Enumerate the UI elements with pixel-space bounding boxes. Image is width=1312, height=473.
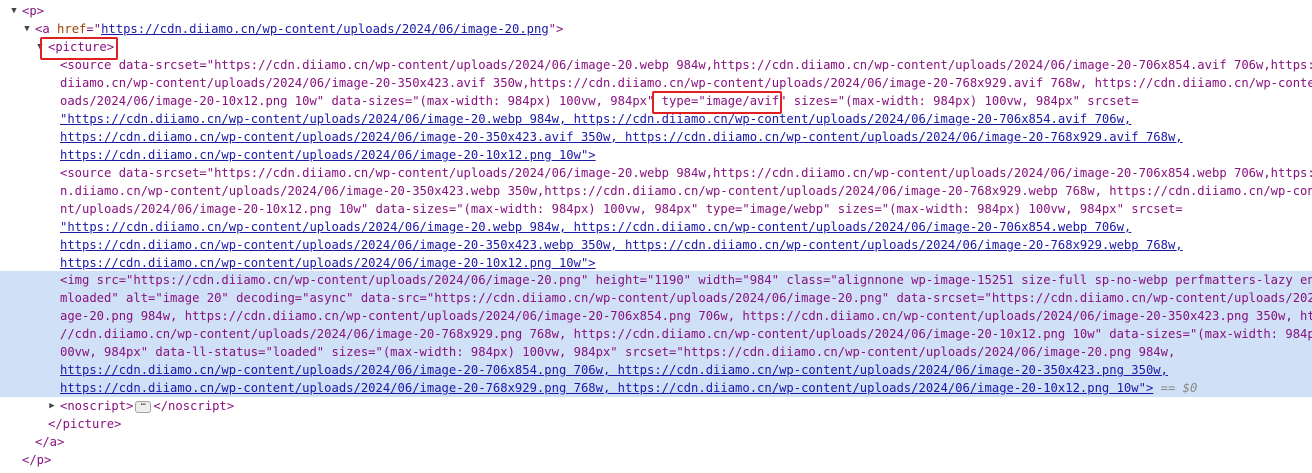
code-text: https://cdn.diiamo.cn/wp-content/uploads… <box>60 238 1183 252</box>
code-text: 00vw, 984px" data-ll-status="loaded" siz… <box>60 345 1176 359</box>
tag-picture-open: <picture> <box>48 40 115 54</box>
img-line-2[interactable]: mloaded" alt="image 20" decoding="async"… <box>0 289 1312 307</box>
source-avif-line-5[interactable]: https://cdn.diiamo.cn/wp-content/uploads… <box>0 128 1312 146</box>
source-avif-line-6[interactable]: https://cdn.diiamo.cn/wp-content/uploads… <box>0 146 1312 164</box>
source-avif-line-3[interactable]: oads/2024/06/image-20-10x12.png 10w" dat… <box>0 92 1312 110</box>
code-text: https://cdn.diiamo.cn/wp-content/uploads… <box>60 363 1168 377</box>
tag-a-name: <a <box>35 22 50 36</box>
node-p-close[interactable]: </p> <box>0 451 1312 469</box>
code-text: <source data-srcset="https://cdn.diiamo.… <box>60 58 1312 72</box>
noscript-content: <noscript> ⋯ </noscript> <box>60 397 234 415</box>
code-text: https://cdn.diiamo.cn/wp-content/uploads… <box>60 148 596 162</box>
tag-picture-close: </picture> <box>48 417 122 431</box>
tag-a-open: <a href="https://cdn.diiamo.cn/wp-conten… <box>35 20 563 38</box>
tag-p-close: </p> <box>22 453 52 467</box>
code-text: //cdn.diiamo.cn/wp-content/uploads/2024/… <box>60 327 1312 341</box>
source-avif-line-1[interactable]: <source data-srcset="https://cdn.diiamo.… <box>0 56 1312 74</box>
source-webp-line-5[interactable]: https://cdn.diiamo.cn/wp-content/uploads… <box>0 236 1312 254</box>
attr-close: "> <box>548 22 564 36</box>
node-a-close[interactable]: </a> <box>0 433 1312 451</box>
img-line-1[interactable]: <img src="https://cdn.diiamo.cn/wp-conte… <box>0 271 1312 289</box>
tag-p-open: <p> <box>22 4 45 18</box>
tag-noscript-open: <noscript> <box>60 399 134 413</box>
triangle-right-icon[interactable]: ▶ <box>47 397 57 415</box>
code-text: https://cdn.diiamo.cn/wp-content/uploads… <box>60 379 1197 397</box>
code-text: <source data-srcset="https://cdn.diiamo.… <box>60 166 1312 180</box>
code-text: diiamo.cn/wp-content/uploads/2024/06/ima… <box>60 76 1312 90</box>
ellipsis-icon[interactable]: ⋯ <box>135 400 152 413</box>
dom-inspector-tree: ▼ <p> ▼ <a href="https://cdn.diiamo.cn/w… <box>0 0 1312 473</box>
source-avif-line-4[interactable]: "https://cdn.diiamo.cn/wp-content/upload… <box>0 110 1312 128</box>
code-text: mloaded" alt="image 20" decoding="async"… <box>60 291 1312 305</box>
tag-noscript-close: </noscript> <box>153 399 235 413</box>
node-picture-close[interactable]: </picture> <box>0 415 1312 433</box>
node-noscript[interactable]: ▶ <noscript> ⋯ </noscript> <box>0 397 1312 415</box>
attr-href-name: href <box>57 22 87 36</box>
code-text: "https://cdn.diiamo.cn/wp-content/upload… <box>60 112 1132 126</box>
code-text: https://cdn.diiamo.cn/wp-content/uploads… <box>60 256 596 270</box>
code-text: nt/uploads/2024/06/image-20-10x12.png 10… <box>60 202 1183 216</box>
attr-eq: =" <box>86 22 102 36</box>
selected-node-marker: == $0 <box>1160 381 1198 395</box>
code-text: https://cdn.diiamo.cn/wp-content/uploads… <box>60 381 1154 395</box>
code-text: "https://cdn.diiamo.cn/wp-content/upload… <box>60 220 1132 234</box>
img-line-4[interactable]: //cdn.diiamo.cn/wp-content/uploads/2024/… <box>0 325 1312 343</box>
source-webp-line-4[interactable]: "https://cdn.diiamo.cn/wp-content/upload… <box>0 218 1312 236</box>
tag-a-close: </a> <box>35 435 65 449</box>
source-avif-line-2[interactable]: diiamo.cn/wp-content/uploads/2024/06/ima… <box>0 74 1312 92</box>
source-webp-line-3[interactable]: nt/uploads/2024/06/image-20-10x12.png 10… <box>0 200 1312 218</box>
node-a-open[interactable]: ▼ <a href="https://cdn.diiamo.cn/wp-cont… <box>0 20 1312 38</box>
href-link[interactable]: https://cdn.diiamo.cn/wp-content/uploads… <box>101 22 549 36</box>
code-text: oads/2024/06/image-20-10x12.png 10w" dat… <box>60 94 1139 108</box>
triangle-down-icon[interactable]: ▼ <box>9 2 19 20</box>
source-webp-line-1[interactable]: <source data-srcset="https://cdn.diiamo.… <box>0 164 1312 182</box>
triangle-down-icon[interactable]: ▼ <box>35 38 45 56</box>
node-p-open[interactable]: ▼ <p> <box>0 2 1312 20</box>
code-text: https://cdn.diiamo.cn/wp-content/uploads… <box>60 130 1183 144</box>
img-line-6[interactable]: https://cdn.diiamo.cn/wp-content/uploads… <box>0 361 1312 379</box>
source-webp-line-6[interactable]: https://cdn.diiamo.cn/wp-content/uploads… <box>0 254 1312 272</box>
source-webp-line-2[interactable]: n.diiamo.cn/wp-content/uploads/2024/06/i… <box>0 182 1312 200</box>
img-line-3[interactable]: age-20.png 984w, https://cdn.diiamo.cn/w… <box>0 307 1312 325</box>
img-line-5[interactable]: 00vw, 984px" data-ll-status="loaded" siz… <box>0 343 1312 361</box>
node-picture-open[interactable]: ▼ <picture> <box>0 38 1312 56</box>
code-text: <img src="https://cdn.diiamo.cn/wp-conte… <box>60 273 1312 287</box>
img-line-7[interactable]: https://cdn.diiamo.cn/wp-content/uploads… <box>0 379 1312 397</box>
code-text: n.diiamo.cn/wp-content/uploads/2024/06/i… <box>60 184 1312 198</box>
code-text: age-20.png 984w, https://cdn.diiamo.cn/w… <box>60 309 1312 323</box>
triangle-down-icon[interactable]: ▼ <box>22 20 32 38</box>
